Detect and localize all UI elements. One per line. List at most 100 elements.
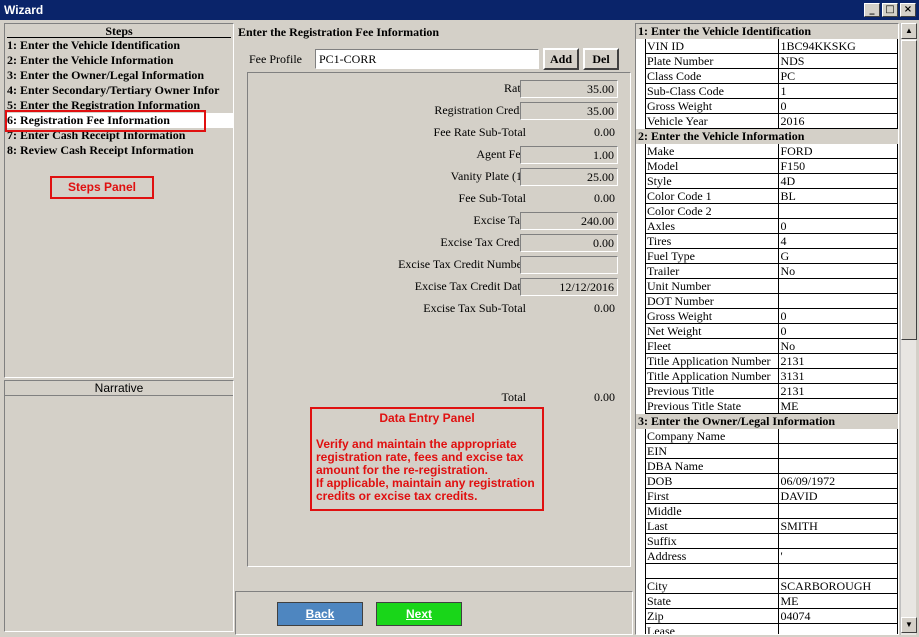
summary-key: Sub-Class Code xyxy=(645,84,780,99)
step-item[interactable]: 2: Enter the Vehicle Information xyxy=(5,53,233,68)
close-button[interactable]: × xyxy=(900,3,916,17)
summary-value: No xyxy=(779,264,898,279)
next-button[interactable]: Next xyxy=(376,602,462,626)
summary-row: DBA Name xyxy=(645,459,898,474)
step-item[interactable]: 8: Review Cash Receipt Information xyxy=(5,143,233,158)
fee-field-row: Excise Tax Credit 0.00 xyxy=(248,234,632,252)
scroll-down-arrow-icon[interactable]: ▼ xyxy=(901,617,917,633)
window-titlebar: Wizard _ □ × xyxy=(0,0,919,20)
summary-row: First DAVID xyxy=(645,489,898,504)
summary-value: PC xyxy=(779,69,898,84)
summary-value: 0 xyxy=(779,309,898,324)
summary-key: Tires xyxy=(645,234,780,249)
summary-row: Address ' xyxy=(645,549,898,564)
scroll-thumb[interactable] xyxy=(901,40,917,340)
summary-key: First xyxy=(645,489,780,504)
fee-field-row: Excise Tax Credit Number xyxy=(248,256,632,274)
summary-key: Lease xyxy=(645,624,780,634)
fee-field-label: Fee Rate Sub-Total xyxy=(433,125,526,139)
data-entry-annotation-body-1: Verify and maintain the appropriate regi… xyxy=(316,437,524,477)
fee-field-input[interactable]: 240.00 xyxy=(520,212,618,230)
summary-row: Title Application Number 2131 xyxy=(645,354,898,369)
step-item[interactable]: 4: Enter Secondary/Tertiary Owner Infor xyxy=(5,83,233,98)
summary-value: 0 xyxy=(779,99,898,114)
fee-field-value: 0.00 xyxy=(594,125,615,139)
fee-field-input[interactable] xyxy=(520,256,618,274)
fee-field-input[interactable]: 35.00 xyxy=(520,102,618,120)
summary-row: DOT Number xyxy=(645,294,898,309)
summary-value xyxy=(779,459,898,474)
back-button[interactable]: Back xyxy=(277,602,363,626)
summary-key: Axles xyxy=(645,219,780,234)
summary-key: Title Application Number xyxy=(645,354,780,369)
fee-field-row: Fee Sub-Total 0.00 xyxy=(248,190,632,208)
summary-key: Middle xyxy=(645,504,780,519)
summary-key: DOB xyxy=(645,474,780,489)
summary-value: FORD xyxy=(779,144,898,159)
fee-field-label: Agent Fee xyxy=(476,147,526,161)
summary-row: Unit Number xyxy=(645,279,898,294)
summary-row: Last SMITH xyxy=(645,519,898,534)
minimize-button[interactable]: _ xyxy=(864,3,880,17)
fee-field-label: Fee Sub-Total xyxy=(458,191,526,205)
summary-scrollbar[interactable]: ▲ ▼ xyxy=(900,23,917,635)
steps-panel-annotation: Steps Panel xyxy=(50,176,154,199)
fee-field-label: Excise Tax xyxy=(473,213,526,227)
fee-field-value: 0.00 xyxy=(594,191,615,205)
fee-field-input[interactable]: 35.00 xyxy=(520,80,618,98)
summary-key: City xyxy=(645,579,780,594)
summary-value: DAVID xyxy=(779,489,898,504)
summary-value: BL xyxy=(779,189,898,204)
fee-profile-label: Fee Profile xyxy=(249,51,302,66)
summary-key: Company Name xyxy=(645,429,780,444)
summary-key: DBA Name xyxy=(645,459,780,474)
fee-field-label: Excise Tax Credit Date xyxy=(414,279,526,293)
maximize-button[interactable]: □ xyxy=(882,3,898,17)
steps-panel: Steps 1: Enter the Vehicle Identificatio… xyxy=(4,23,234,378)
summary-value xyxy=(779,444,898,459)
summary-panel: 1: Enter the Vehicle Identification VIN I… xyxy=(635,23,899,635)
summary-key: Address xyxy=(645,549,780,564)
summary-row: Style 4D xyxy=(645,174,898,189)
summary-value: 3131 xyxy=(779,369,898,384)
fee-field-label: Excise Tax Credit Number xyxy=(398,257,526,271)
total-row: Total 0.00 xyxy=(248,389,632,407)
narrative-panel: Narrative xyxy=(4,380,234,632)
fee-field-input[interactable]: 25.00 xyxy=(520,168,618,186)
summary-value: No xyxy=(779,339,898,354)
summary-value: ME xyxy=(779,399,898,414)
step-item[interactable]: 1: Enter the Vehicle Identification xyxy=(5,38,233,53)
summary-key xyxy=(645,564,780,579)
summary-value: 0 xyxy=(779,324,898,339)
summary-key: DOT Number xyxy=(645,294,780,309)
summary-value xyxy=(779,204,898,219)
fee-field-input[interactable]: 12/12/2016 xyxy=(520,278,618,296)
fee-field-input[interactable]: 1.00 xyxy=(520,146,618,164)
summary-key: Previous Title State xyxy=(645,399,780,414)
summary-value: SCARBOROUGH xyxy=(779,579,898,594)
step-item[interactable]: 3: Enter the Owner/Legal Information xyxy=(5,68,233,83)
narrative-title: Narrative xyxy=(5,381,233,396)
summary-row: Make FORD xyxy=(645,144,898,159)
del-button[interactable]: Del xyxy=(583,48,619,70)
fee-field-input[interactable]: 0.00 xyxy=(520,234,618,252)
summary-row: DOB 06/09/1972 xyxy=(645,474,898,489)
summary-value: 06/09/1972 xyxy=(779,474,898,489)
scroll-up-arrow-icon[interactable]: ▲ xyxy=(901,23,917,39)
summary-key: Unit Number xyxy=(645,279,780,294)
fee-profile-row: Fee Profile PC1-CORR Add Del xyxy=(249,48,619,70)
summary-row: Middle xyxy=(645,504,898,519)
summary-key: Color Code 2 xyxy=(645,204,780,219)
summary-value xyxy=(779,564,898,579)
summary-value: 4 xyxy=(779,234,898,249)
summary-row: Gross Weight 0 xyxy=(645,309,898,324)
summary-row xyxy=(645,564,898,579)
add-button[interactable]: Add xyxy=(543,48,579,70)
summary-value: 2016 xyxy=(779,114,898,129)
summary-row: State ME xyxy=(645,594,898,609)
fee-profile-input[interactable]: PC1-CORR xyxy=(315,49,539,69)
summary-key: Trailer xyxy=(645,264,780,279)
window-title: Wizard xyxy=(4,3,44,17)
summary-value: F150 xyxy=(779,159,898,174)
summary-key: Net Weight xyxy=(645,324,780,339)
